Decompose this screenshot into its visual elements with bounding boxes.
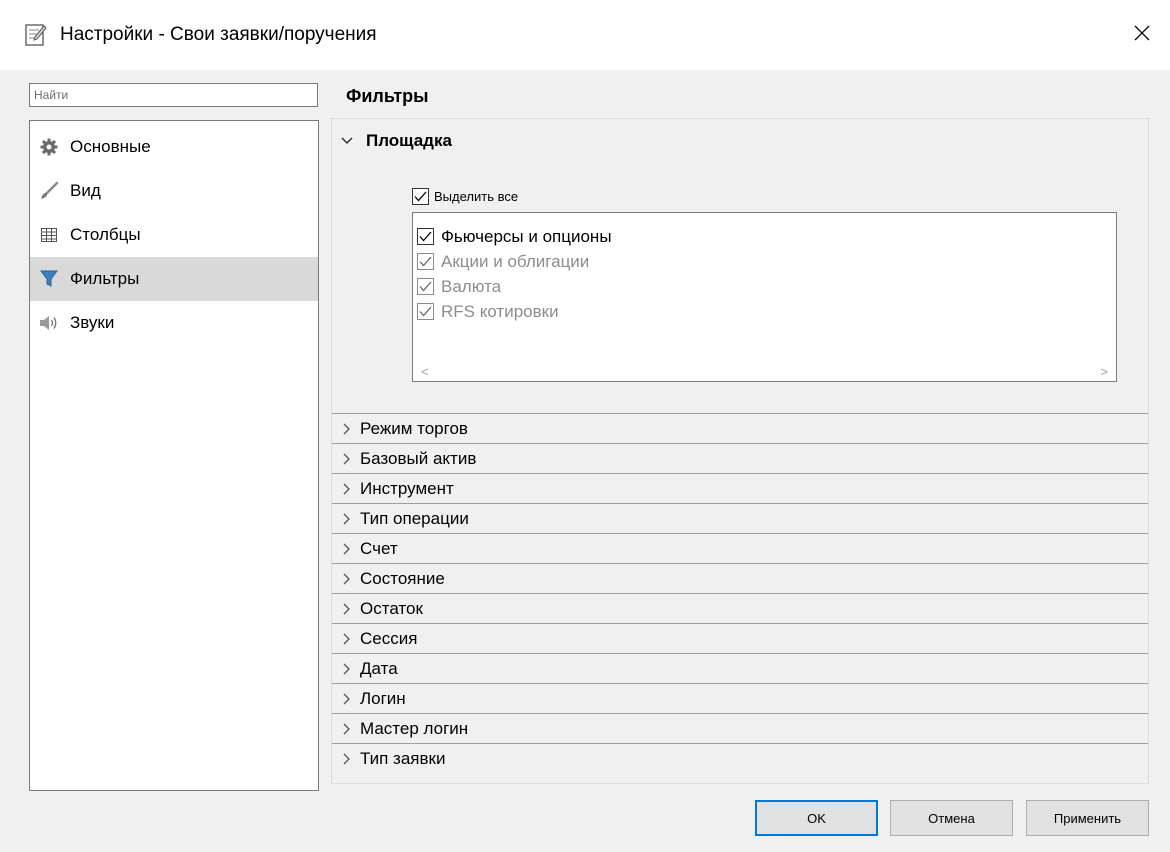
filter-group-label: Базовый актив bbox=[360, 448, 477, 468]
filter-group-row[interactable]: Сессия bbox=[332, 623, 1148, 653]
close-button[interactable] bbox=[1114, 10, 1170, 56]
sidebar-item-sounds[interactable]: Звуки bbox=[30, 301, 318, 345]
collapsed-groups: Режим торгов Базовый актив Инструмент Тип о… bbox=[332, 413, 1148, 773]
chevron-down-icon bbox=[338, 134, 356, 148]
horizontal-scrollbar[interactable]: < > bbox=[413, 361, 1116, 381]
group-header-platform[interactable]: Площадка bbox=[332, 119, 1148, 163]
search-input[interactable] bbox=[29, 83, 318, 107]
gear-icon bbox=[39, 137, 59, 157]
filter-icon bbox=[39, 269, 59, 289]
filters-panel: Площадка Выделить все Фьючерсы и опционы… bbox=[331, 118, 1149, 784]
select-all-checkbox[interactable]: Выделить все bbox=[412, 188, 518, 205]
sidebar-item-label: Звуки bbox=[70, 313, 115, 332]
filter-group-row[interactable]: Режим торгов bbox=[332, 413, 1148, 443]
sidebar-item-label: Столбцы bbox=[70, 225, 141, 244]
close-icon bbox=[1134, 25, 1150, 41]
list-item[interactable]: Валюта bbox=[413, 274, 1116, 299]
sidebar-item-label: Основные bbox=[70, 137, 151, 156]
chevron-right-icon bbox=[340, 572, 354, 586]
list-item-label: RFS котировки bbox=[441, 301, 559, 321]
filter-group-row[interactable]: Базовый актив bbox=[332, 443, 1148, 473]
list-item-label: Валюта bbox=[441, 276, 502, 296]
filter-group-row[interactable]: Инструмент bbox=[332, 473, 1148, 503]
filter-group-row[interactable]: Тип заявки bbox=[332, 743, 1148, 773]
filter-group-row[interactable]: Остаток bbox=[332, 593, 1148, 623]
list-item-label: Акции и облигации bbox=[441, 251, 590, 271]
filter-group-label: Режим торгов bbox=[360, 418, 468, 438]
notepad-icon bbox=[25, 24, 47, 46]
filter-group-label: Остаток bbox=[360, 598, 423, 618]
filter-group-label: Дата bbox=[360, 658, 398, 678]
chevron-right-icon bbox=[340, 482, 354, 496]
sidebar-item-view[interactable]: Вид bbox=[30, 169, 318, 213]
list-item-label: Фьючерсы и опционы bbox=[441, 226, 612, 246]
chevron-right-icon bbox=[340, 602, 354, 616]
filter-group-label: Счет bbox=[360, 538, 398, 558]
chevron-right-icon bbox=[340, 542, 354, 556]
chevron-right-icon bbox=[340, 722, 354, 736]
title-bar: Настройки - Свои заявки/поручения bbox=[0, 0, 1170, 70]
filter-group-label: Тип операции bbox=[360, 508, 469, 528]
chevron-right-icon bbox=[340, 752, 354, 766]
sidebar-item-general[interactable]: Основные bbox=[30, 125, 318, 169]
filter-group-row[interactable]: Тип операции bbox=[332, 503, 1148, 533]
chevron-right-icon bbox=[340, 512, 354, 526]
filter-group-row[interactable]: Счет bbox=[332, 533, 1148, 563]
list-item[interactable]: Фьючерсы и опционы bbox=[413, 224, 1116, 249]
filter-group-row[interactable]: Дата bbox=[332, 653, 1148, 683]
apply-button[interactable]: Применить bbox=[1026, 800, 1149, 836]
chevron-right-icon bbox=[340, 632, 354, 646]
scroll-left-icon[interactable]: < bbox=[421, 364, 429, 379]
checkbox-checked-icon bbox=[417, 253, 434, 270]
checkbox-checked-icon bbox=[417, 228, 434, 245]
sidebar-item-label: Фильтры bbox=[70, 269, 140, 288]
checkbox-checked-icon bbox=[417, 303, 434, 320]
sidebar-item-filters[interactable]: Фильтры bbox=[30, 257, 318, 301]
list-item[interactable]: RFS котировки bbox=[413, 299, 1116, 324]
select-all-label: Выделить все bbox=[434, 189, 519, 204]
filter-group-label: Мастер логин bbox=[360, 718, 469, 738]
checkbox-checked-icon bbox=[412, 188, 429, 205]
filter-group-label: Инструмент bbox=[360, 478, 454, 498]
chevron-right-icon bbox=[340, 452, 354, 466]
chevron-right-icon bbox=[340, 692, 354, 706]
sidebar-item-label: Вид bbox=[70, 181, 101, 200]
speaker-icon bbox=[39, 313, 59, 333]
chevron-right-icon bbox=[340, 662, 354, 676]
settings-nav-list: Основные Вид Столбцы Фильтры Звуки bbox=[29, 120, 319, 791]
filter-group-label: Сессия bbox=[360, 628, 418, 648]
sidebar-item-columns[interactable]: Столбцы bbox=[30, 213, 318, 257]
ok-button[interactable]: OK bbox=[755, 800, 878, 836]
filter-group-label: Логин bbox=[360, 688, 406, 708]
scroll-right-icon[interactable]: > bbox=[1100, 364, 1108, 379]
filter-group-row[interactable]: Состояние bbox=[332, 563, 1148, 593]
table-columns-icon bbox=[39, 225, 59, 245]
filter-group-label: Состояние bbox=[360, 568, 445, 588]
group-header-label: Площадка bbox=[366, 131, 452, 150]
list-item[interactable]: Акции и облигации bbox=[413, 249, 1116, 274]
filter-group-label: Тип заявки bbox=[360, 748, 446, 768]
filter-group-row[interactable]: Мастер логин bbox=[332, 713, 1148, 743]
cancel-button[interactable]: Отмена bbox=[890, 800, 1013, 836]
window-title: Настройки - Свои заявки/поручения bbox=[60, 24, 377, 45]
filter-group-row[interactable]: Логин bbox=[332, 683, 1148, 713]
platform-list: Фьючерсы и опционы Акции и облигации Вал… bbox=[412, 212, 1117, 382]
checkbox-checked-icon bbox=[417, 278, 434, 295]
chevron-right-icon bbox=[340, 422, 354, 436]
brush-icon bbox=[39, 181, 59, 201]
page-title: Фильтры bbox=[346, 86, 429, 106]
